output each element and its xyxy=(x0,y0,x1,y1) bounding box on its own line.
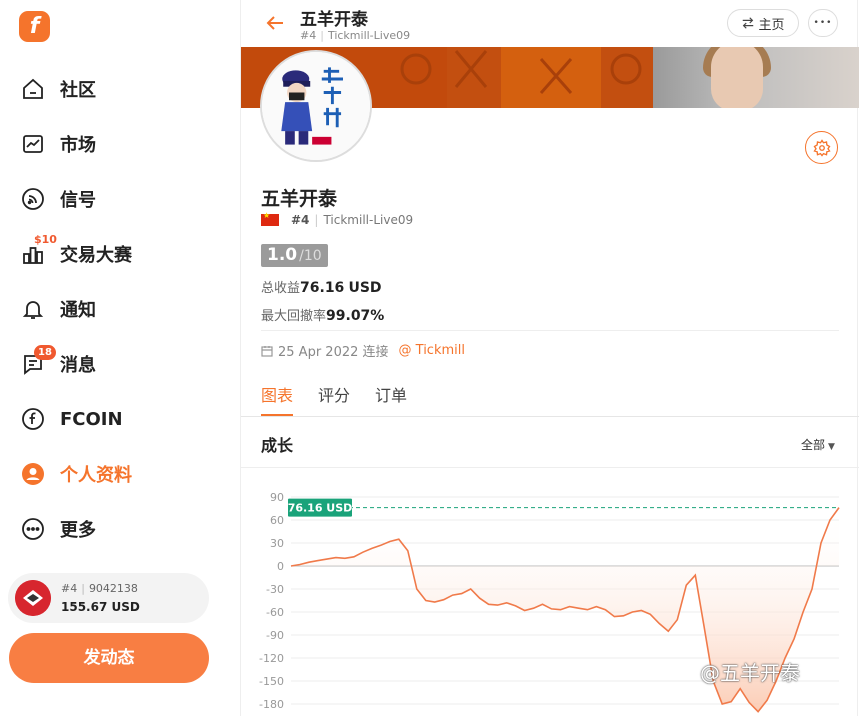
settings-button[interactable] xyxy=(805,131,838,164)
sidebar-item-signals[interactable]: 信号 xyxy=(20,181,220,217)
app-window: f 社区 市场 信号 $10 交易大赛 通知 18 消息 FCOIN 个人资料 … xyxy=(0,0,863,716)
home-button-label: 主页 xyxy=(758,17,785,33)
sidebar-item-messages[interactable]: 18 消息 xyxy=(20,345,220,382)
tab-rating[interactable]: 评分 xyxy=(318,382,350,416)
sidebar-item-label: 信号 xyxy=(60,190,96,211)
sidebar: f 社区 市场 信号 $10 交易大赛 通知 18 消息 FCOIN 个人资料 … xyxy=(0,0,240,716)
sidebar-item-label: 通知 xyxy=(60,300,96,321)
top-bar: 五羊开泰 #4 | Tickmill-Live09 主页 ••• xyxy=(241,0,859,47)
post-button[interactable]: 发动态 xyxy=(9,633,209,683)
profile-icon xyxy=(20,461,46,487)
y-tick-label: 30 xyxy=(270,537,284,550)
fxs-logo[interactable]: f xyxy=(19,11,50,42)
back-arrow-icon[interactable] xyxy=(263,11,287,35)
messages-badge: 18 xyxy=(34,345,56,360)
home-icon xyxy=(20,76,46,102)
more-circle-icon xyxy=(20,516,46,542)
sidebar-item-profile[interactable]: 个人资料 xyxy=(20,456,220,492)
score-value: 1.0 xyxy=(267,245,298,265)
sidebar-item-community[interactable]: 社区 xyxy=(20,71,220,107)
main-panel: 五羊开泰 #4 | Tickmill-Live09 主页 ••• 五羊开泰 ★ … xyxy=(240,0,859,716)
account-rank-line: #4 | 9042138 xyxy=(61,582,138,595)
calendar-icon xyxy=(261,345,273,357)
growth-title: 成长 xyxy=(261,436,294,455)
banner-photo-face xyxy=(711,47,763,108)
market-chart-icon xyxy=(20,131,46,157)
y-tick-label: -30 xyxy=(266,583,284,596)
subtitle-account: Tickmill-Live09 xyxy=(327,29,411,42)
divider xyxy=(241,467,859,468)
total-profit-label: 总收益 xyxy=(261,281,301,296)
period-filter-dropdown[interactable]: 全部 ▼ xyxy=(801,436,835,453)
score-max: /10 xyxy=(299,248,322,264)
avatar-illustration xyxy=(262,52,370,160)
y-tick-label: -90 xyxy=(266,629,284,642)
total-profit-unit: USD xyxy=(348,280,382,296)
divider xyxy=(261,330,839,331)
profile-rank: #4 xyxy=(291,213,310,227)
sidebar-item-more[interactable]: 更多 xyxy=(20,511,220,547)
page-subtitle: #4 | Tickmill-Live09 xyxy=(300,29,411,42)
logo-letter: f xyxy=(29,14,40,39)
joined-line: 25 Apr 2022 连接 @ Tickmill xyxy=(261,341,465,360)
broker-link[interactable]: @ Tickmill xyxy=(399,343,465,358)
account-id: 9042138 xyxy=(88,582,138,595)
page-title: 五羊开泰 xyxy=(300,10,368,30)
fcoin-icon xyxy=(20,406,46,432)
china-flag-icon xyxy=(261,211,279,226)
caret-down-icon: ▼ xyxy=(828,442,835,452)
contest-bars-icon: $10 xyxy=(20,233,57,267)
account-rank: #4 xyxy=(61,582,78,595)
y-tick-label: 0 xyxy=(277,560,284,573)
more-options-button[interactable]: ••• xyxy=(808,9,838,37)
bell-icon xyxy=(20,296,46,322)
y-tick-label: 60 xyxy=(270,514,284,527)
contest-badge: $10 xyxy=(34,233,57,246)
account-avatar xyxy=(15,580,51,616)
drawdown-value: 99.07% xyxy=(326,308,385,324)
profile-account: Tickmill-Live09 xyxy=(323,213,414,227)
sidebar-item-notifications[interactable]: 通知 xyxy=(20,291,220,327)
sidebar-item-market[interactable]: 市场 xyxy=(20,126,220,162)
y-tick-label: -180 xyxy=(259,698,284,711)
watermark-text: @五羊开泰 xyxy=(700,661,800,685)
joined-date: 25 Apr 2022 连接 xyxy=(278,345,389,360)
swap-icon xyxy=(743,17,754,29)
message-icon: 18 xyxy=(20,345,56,377)
tab-chart[interactable]: 图表 xyxy=(261,382,294,416)
sidebar-item-label: 消息 xyxy=(60,355,96,376)
more-dots-icon: ••• xyxy=(813,18,833,28)
y-tick-label: -120 xyxy=(259,652,284,665)
sidebar-item-label: FCOIN xyxy=(60,408,123,430)
period-filter-value: 全部 xyxy=(801,438,826,452)
score-badge: 1.0 /10 xyxy=(261,244,328,267)
total-profit-value: 76.16 xyxy=(300,280,345,296)
total-profit: 总收益76.16 USD xyxy=(261,277,382,296)
gear-icon xyxy=(812,138,831,157)
profile-meta: #4 | Tickmill-Live09 xyxy=(261,211,414,227)
sidebar-item-label: 交易大赛 xyxy=(60,245,132,266)
profile-tabs: 图表 评分 订单 xyxy=(241,372,859,417)
sidebar-item-label: 更多 xyxy=(60,520,96,541)
sidebar-item-label: 市场 xyxy=(60,135,96,156)
profile-avatar[interactable] xyxy=(260,50,372,162)
drawdown-label: 最大回撤率 xyxy=(261,309,327,324)
account-balance: 155.67 USD xyxy=(61,600,140,614)
profile-name: 五羊开泰 xyxy=(261,188,338,210)
max-drawdown: 最大回撤率99.07% xyxy=(261,305,384,324)
subtitle-rank: #4 xyxy=(300,29,317,42)
sidebar-item-label: 社区 xyxy=(60,80,96,101)
tab-orders[interactable]: 订单 xyxy=(375,382,407,416)
sidebar-item-label: 个人资料 xyxy=(60,465,132,486)
y-tick-label: -150 xyxy=(259,675,284,688)
account-card[interactable]: #4 | 9042138 155.67 USD xyxy=(8,573,209,623)
signal-rss-icon xyxy=(20,186,46,212)
y-tick-label: -60 xyxy=(266,606,284,619)
sidebar-item-fcoin[interactable]: FCOIN xyxy=(20,401,220,437)
sidebar-item-contest[interactable]: $10 交易大赛 xyxy=(20,233,220,272)
reference-label: 76.16 USD xyxy=(288,502,353,515)
y-tick-label: 90 xyxy=(270,491,284,504)
home-button[interactable]: 主页 xyxy=(727,9,799,37)
